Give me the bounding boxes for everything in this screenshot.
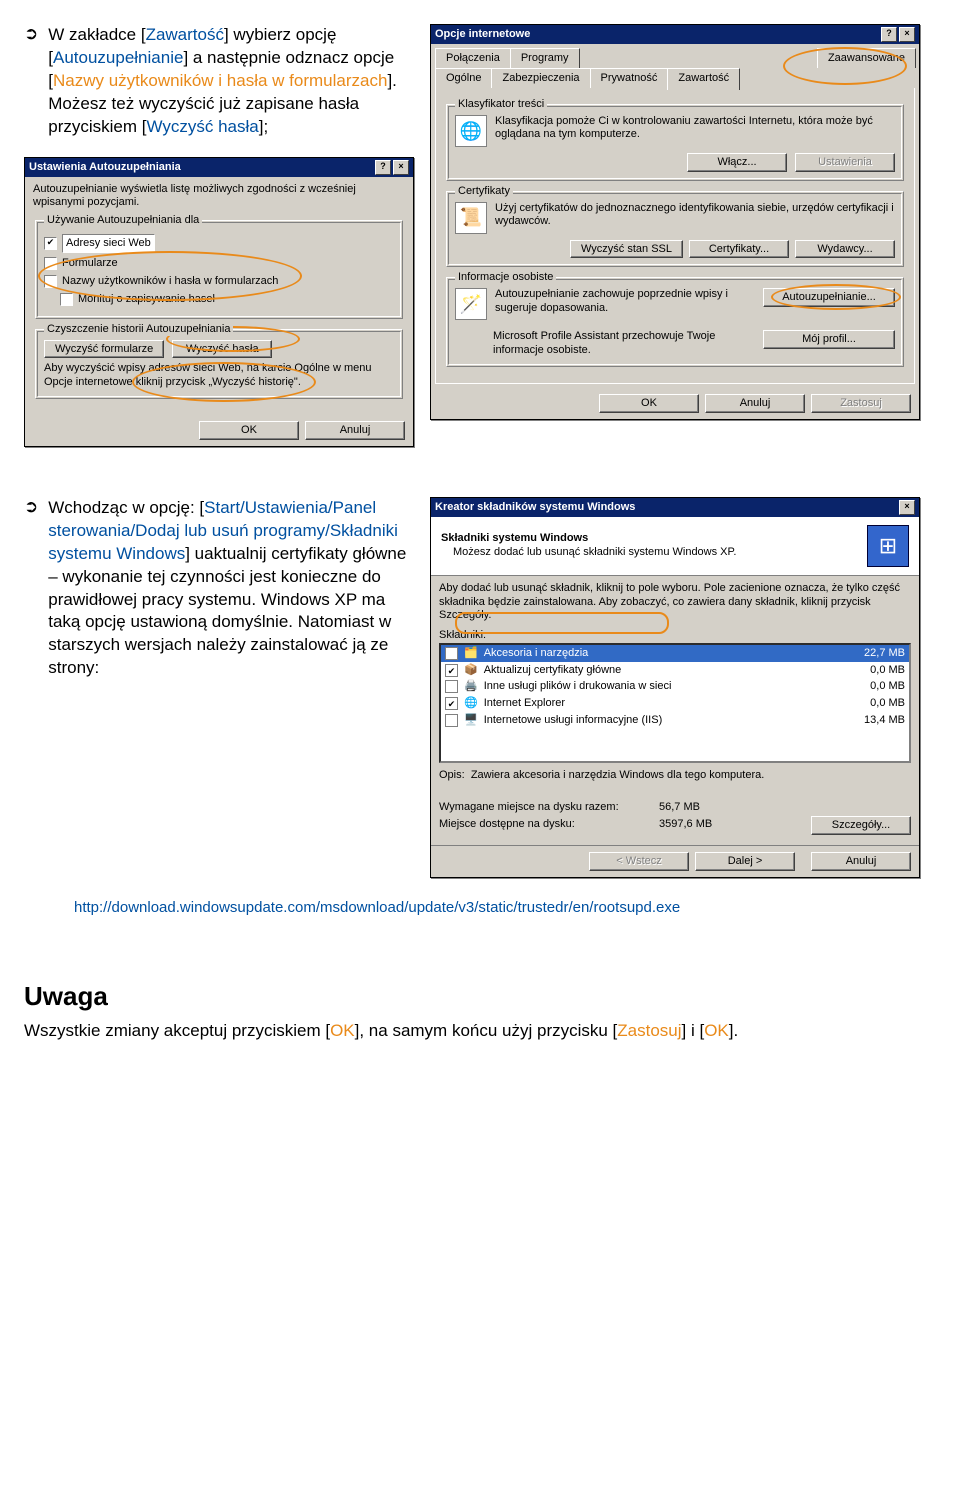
tab-connections[interactable]: Połączenia [435,48,511,68]
text: Użyj certyfikatów do jednoznacznego iden… [495,202,895,234]
hl: Nazwy użytkowników i hasła w formularzac… [53,71,387,90]
free-label: Miejsce dostępne na dysku: [439,817,659,832]
titlebar: Kreator składników systemu Windows × [431,498,919,517]
list-item[interactable]: ✔📦 Aktualizuj certyfikaty główne0,0 MB [441,662,909,679]
free-value: 3597,6 MB [659,817,712,832]
uwaga-heading: Uwaga [24,979,920,1014]
tab-privacy[interactable]: Prywatność [590,68,669,88]
checkbox-label: Nazwy użytkowników i hasła w formularzac… [62,274,278,289]
groupbox-label: Klasyfikator treści [455,97,547,112]
arrow-icon: ➲ [24,497,38,691]
apply-button: Zastosuj [811,394,911,413]
dialog-autocomplete-settings: Ustawienia Autouzupełniania ?× Autouzupe… [24,157,414,447]
settings-button: Ustawienia [795,153,895,172]
wizard-subheading: Możesz dodać lub usunąć składniki system… [453,546,857,560]
list-item[interactable]: ✔🌐 Internet Explorer0,0 MB [441,695,909,712]
dialog-internet-options: Opcje internetowe ?× Połączenia Programy… [430,24,920,420]
list-item[interactable]: 🖥️ Internetowe usługi informacyjne (IIS)… [441,712,909,729]
tab-security[interactable]: Zabezpieczenia [491,68,590,88]
publishers-button[interactable]: Wydawcy... [795,240,895,259]
text: W zakładce [ [48,25,145,44]
opis-text: Zawiera akcesoria i narzędzia Windows dl… [471,769,764,781]
clear-forms-button[interactable]: Wyczyść formularze [44,340,164,359]
help-icon[interactable]: ? [375,160,391,175]
autocomplete-button[interactable]: Autouzupełnianie... [763,288,895,307]
hl: Zawartość [146,25,224,44]
clear-passwords-button[interactable]: Wyczyść hasła [172,340,272,359]
groupbox-label: Informacje osobiste [455,270,556,285]
tab-content[interactable]: Zawartość [667,68,740,90]
note-text: Aby wyczyścić wpisy adresów sieci Web, n… [44,362,394,390]
components-list[interactable]: ✔🗂️ Akcesoria i narzędzia22,7 MB ✔📦 Aktu… [439,643,911,763]
list-item[interactable]: ✔🗂️ Akcesoria i narzędzia22,7 MB [441,645,909,662]
hl: Autouzupełnianie [53,48,183,67]
my-profile-button[interactable]: Mój profil... [763,330,895,349]
dialog-title: Ustawienia Autouzupełniania [29,160,181,175]
cancel-button[interactable]: Anuluj [305,421,405,440]
wizard-heading: Składniki systemu Windows [441,531,857,546]
cancel-button[interactable]: Anuluj [811,852,911,871]
next-button[interactable]: Dalej > [695,852,795,871]
checkbox-usernames-passwords[interactable]: Nazwy użytkowników i hasła w formularzac… [44,274,394,289]
tab-advanced[interactable]: Zaawansowane [817,48,916,68]
checkbox-prompt-save[interactable]: Monituj o zapisywanie haseł [60,292,394,307]
windows-icon: ⊞ [867,525,909,567]
download-url[interactable]: http://download.windowsupdate.com/msdown… [74,899,680,916]
bullet-2: ➲ Wchodząc w opcję: [Start/Ustawienia/Pa… [24,497,414,691]
dialog-title: Kreator składników systemu Windows [435,500,635,515]
checkbox-label: Monituj o zapisywanie haseł [78,292,215,307]
text: Wchodząc w opcję: [ [48,498,204,517]
titlebar: Opcje internetowe ?× [431,25,919,44]
tab-general[interactable]: Ogólne [435,68,492,88]
hl: Wyczyść hasła [146,117,258,136]
intro-text: Autouzupełnianie wyświetla listę możliwy… [33,183,405,211]
instructions: Aby dodać lub usunąć składnik, kliknij t… [439,582,911,623]
dialog-title: Opcje internetowe [435,27,530,42]
close-icon[interactable]: × [393,160,409,175]
close-icon[interactable]: × [899,27,915,42]
checkbox-label: Formularze [62,256,118,271]
certificate-icon: 📜 [455,202,487,234]
back-button: < Wstecz [589,852,689,871]
groupbox-label: Certyfikaty [455,184,513,199]
titlebar: Ustawienia Autouzupełniania ?× [25,158,413,177]
uwaga-text: Wszystkie zmiany akceptuj przyciskiem [O… [24,1020,920,1043]
tab-bar: Połączenia Programy Zaawansowane Ogólne … [431,44,919,88]
opis-label: Opis: [439,769,465,781]
certificates-button[interactable]: Certyfikaty... [689,240,789,259]
text: Klasyfikacja pomoże Ci w kontrolowaniu z… [495,115,895,147]
text: Microsoft Profile Assistant przechowuje … [493,330,755,358]
groupbox-label: Czyszczenie historii Autouzupełniania [44,322,233,337]
tab-programs[interactable]: Programy [510,48,580,68]
enable-button[interactable]: Włącz... [687,153,787,172]
arrow-icon: ➲ [24,24,38,149]
dialog-windows-components: Kreator składników systemu Windows × Skł… [430,497,920,878]
required-value: 56,7 MB [659,800,700,815]
text: ]; [259,117,268,136]
help-icon[interactable]: ? [881,27,897,42]
ok-button[interactable]: OK [599,394,699,413]
checkbox-web-addresses[interactable]: ✔Adresy sieci Web [44,234,394,253]
groupbox-label: Używanie Autouzupełniania dla [44,213,202,228]
text: Autouzupełnianie zachowuje poprzednie wp… [495,288,755,316]
list-label: Składniki: [439,629,911,643]
globe-icon: 🌐 [455,115,487,147]
wand-icon: 🪄 [455,288,487,320]
required-label: Wymagane miejsce na dysku razem: [439,800,659,815]
list-item[interactable]: 🖨️ Inne usługi plików i drukowania w sie… [441,678,909,695]
cancel-button[interactable]: Anuluj [705,394,805,413]
clear-ssl-button[interactable]: Wyczyść stan SSL [570,240,683,259]
ok-button[interactable]: OK [199,421,299,440]
text: ] uaktualnij certyfikaty główne – wykona… [48,544,406,678]
close-icon[interactable]: × [899,500,915,515]
details-button[interactable]: Szczegóły... [811,816,911,835]
checkbox-label: Adresy sieci Web [62,234,155,253]
checkbox-forms[interactable]: Formularze [44,256,394,271]
bullet-1: ➲ W zakładce [Zawartość] wybierz opcję [… [24,24,414,149]
